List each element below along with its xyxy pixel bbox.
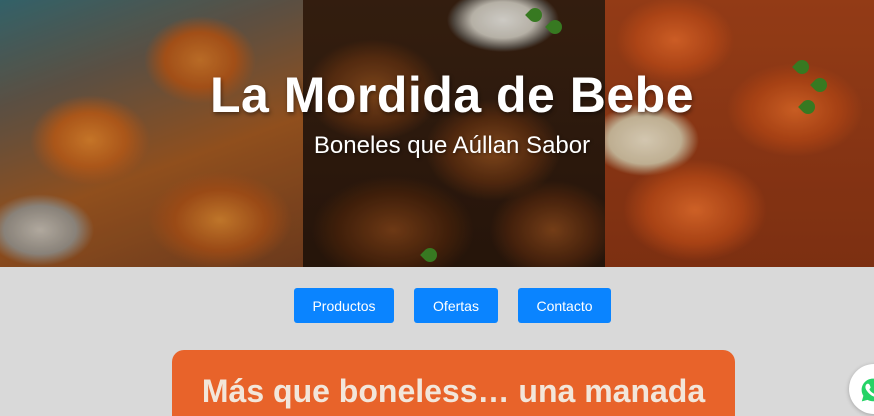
whatsapp-icon (861, 378, 874, 402)
site-subtitle: Boneles que Aúllan Sabor (313, 132, 591, 159)
whatsapp-button[interactable] (849, 364, 874, 414)
nav-button-contacto[interactable]: Contacto (518, 288, 611, 323)
promo-banner-text: Más que boneless… una manada (201, 373, 706, 409)
site-title: La Mordida de Bebe (209, 67, 695, 123)
nav-button-ofertas[interactable]: Ofertas (414, 288, 498, 323)
nav-button-productos[interactable]: Productos (294, 288, 394, 323)
hero-banner: La Mordida de Bebe Boneles que Aúllan Sa… (0, 0, 874, 267)
main-nav: Productos Ofertas Contacto (0, 288, 874, 324)
promo-banner: Más que boneless… una manada (172, 350, 735, 416)
